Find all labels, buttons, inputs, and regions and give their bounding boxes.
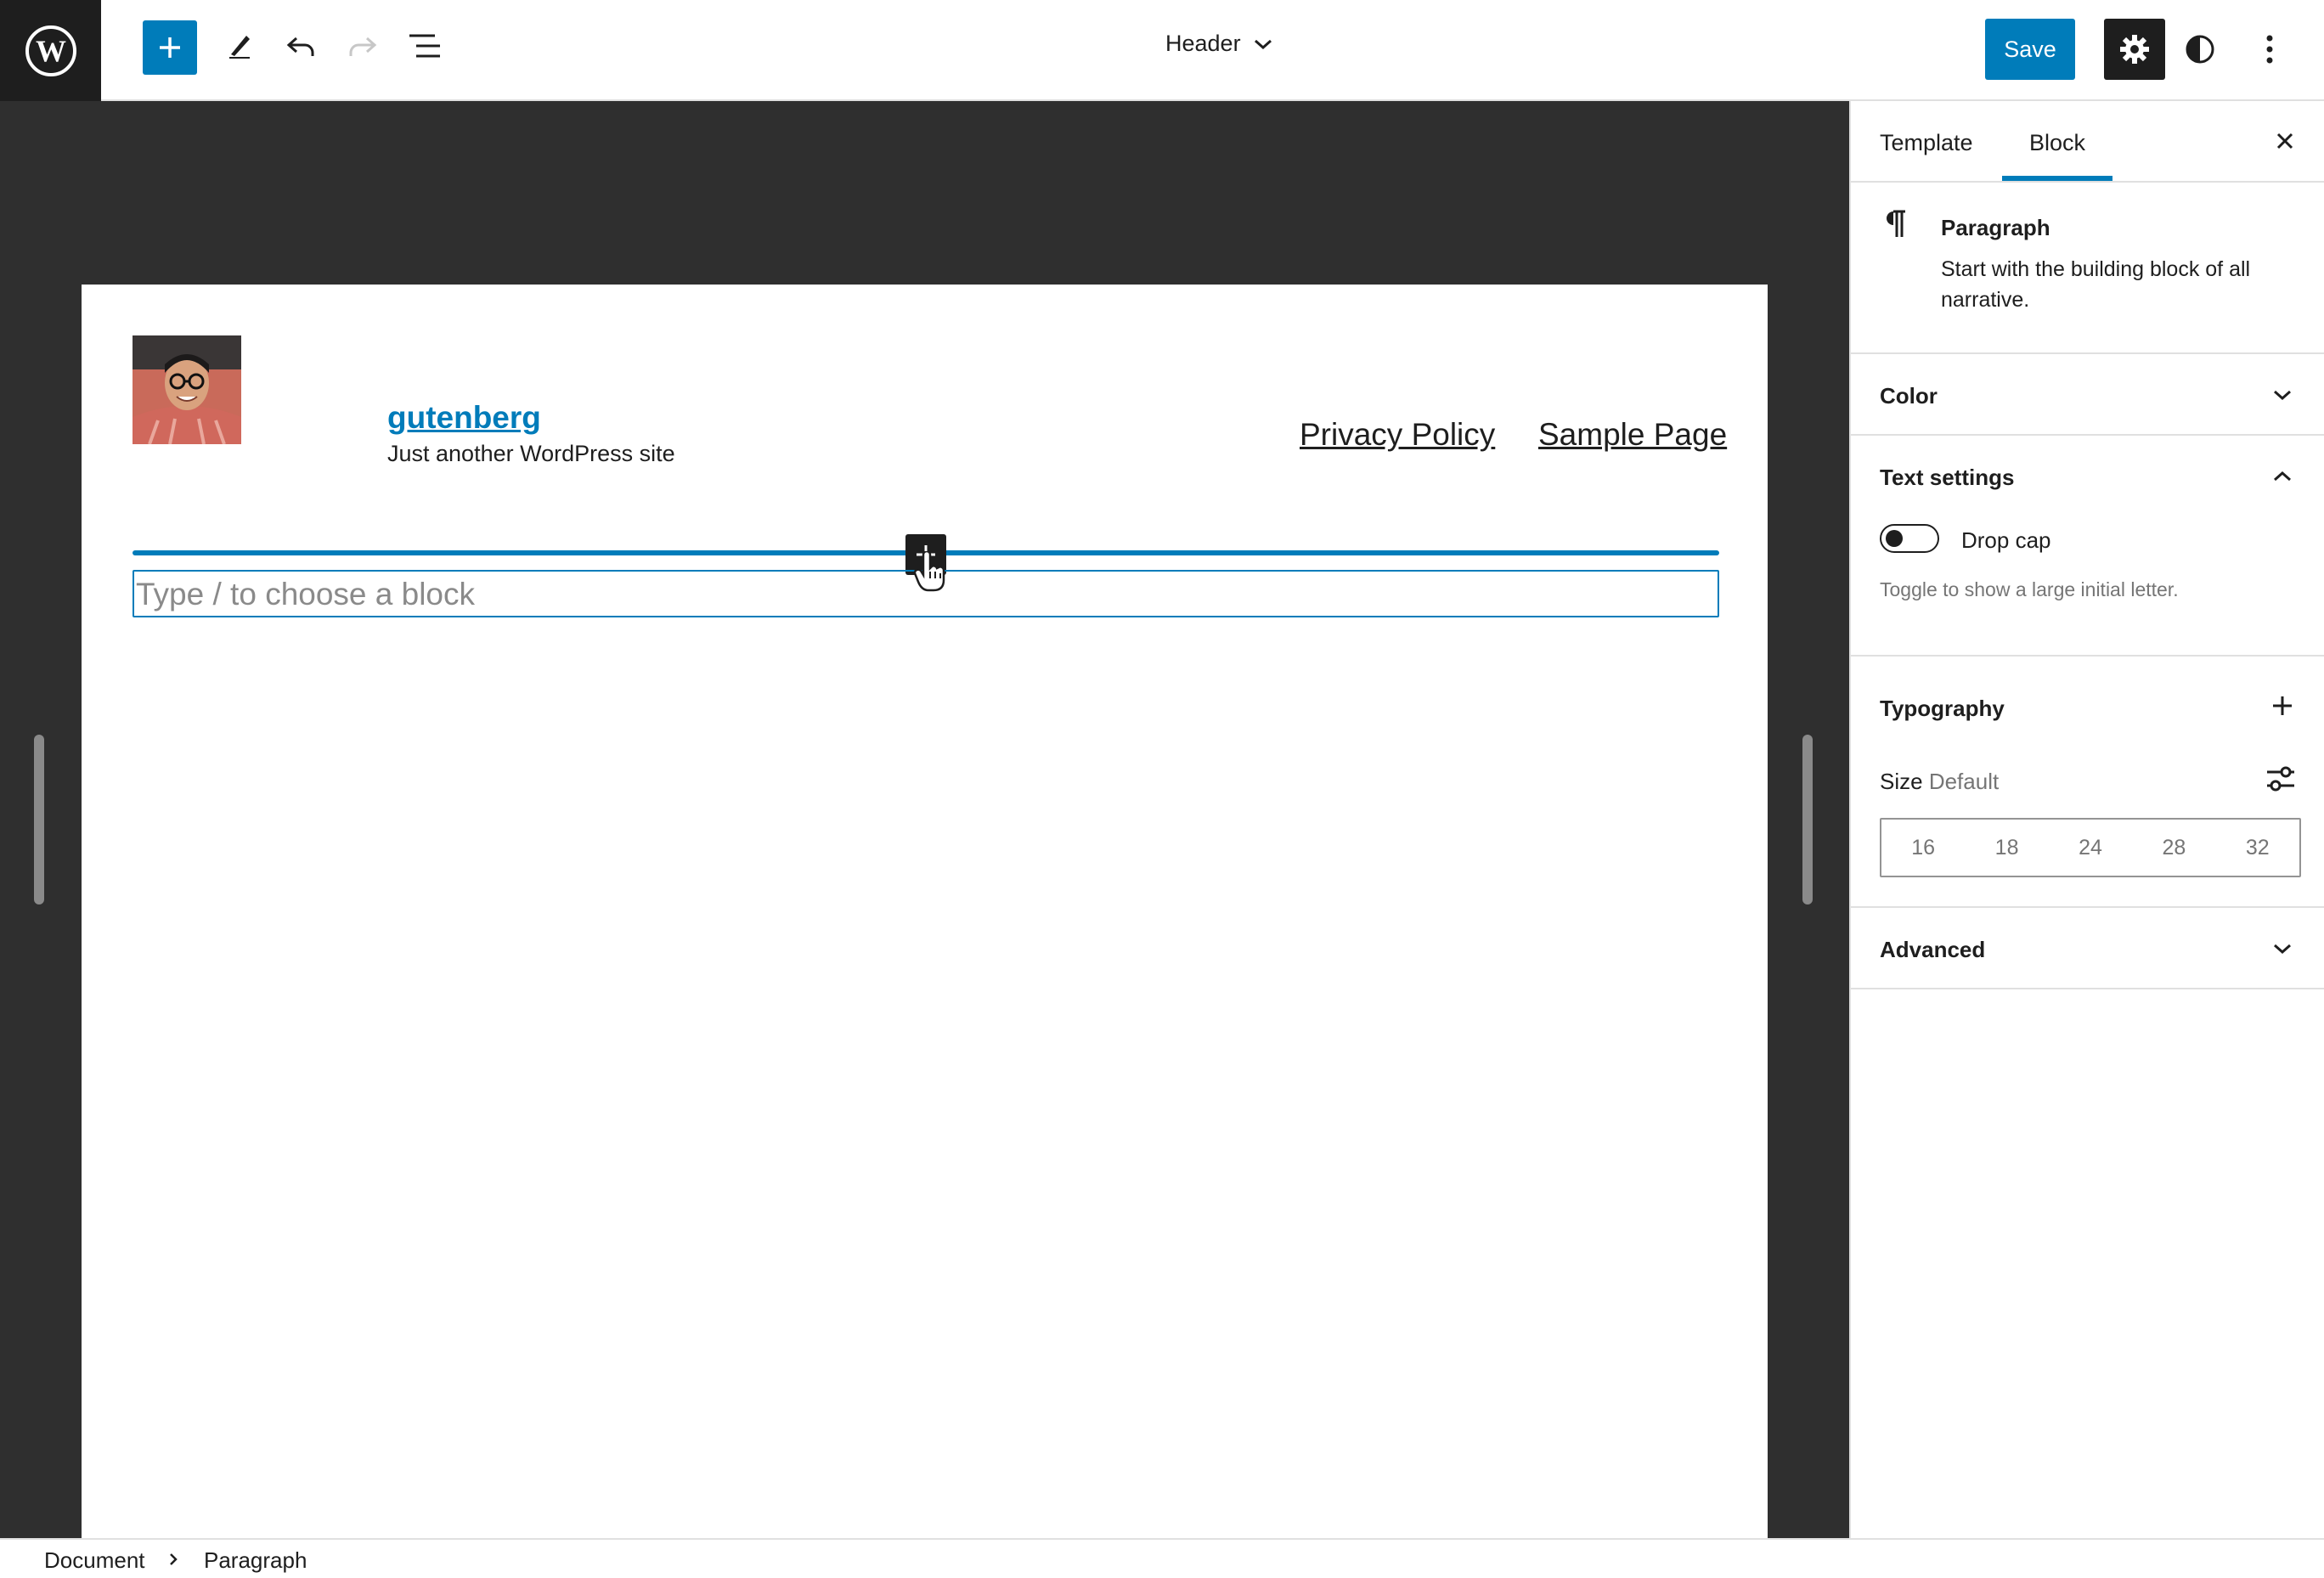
font-size-option[interactable]: 28 xyxy=(2162,836,2186,860)
color-panel[interactable]: Color xyxy=(1851,354,2324,436)
wordpress-logo-icon[interactable]: W xyxy=(0,0,101,101)
left-resize-handle[interactable] xyxy=(34,735,44,905)
block-card: Paragraph Start with the building block … xyxy=(1851,183,2324,354)
site-tagline: Just another WordPress site xyxy=(387,441,675,466)
font-size-label: Size Default xyxy=(1880,769,1999,795)
text-settings-title[interactable]: Text settings xyxy=(1880,465,2014,491)
save-button[interactable]: Save xyxy=(1985,19,2075,80)
drop-cap-label: Drop cap xyxy=(1961,527,2051,553)
typography-title: Typography xyxy=(1880,696,2005,721)
pencil-icon[interactable] xyxy=(212,19,267,73)
close-icon[interactable] xyxy=(2264,120,2306,162)
site-logo[interactable] xyxy=(133,335,241,444)
hand-pointer-cursor-icon xyxy=(913,549,947,596)
block-breadcrumb: Document Paragraph xyxy=(0,1538,2324,1578)
undo-icon[interactable] xyxy=(274,19,328,73)
active-tab-indicator xyxy=(2002,176,2112,181)
breadcrumb-paragraph[interactable]: Paragraph xyxy=(204,1547,307,1574)
more-options-icon[interactable] xyxy=(2242,22,2297,76)
list-view-icon[interactable] xyxy=(398,19,452,73)
nav-link-sample-page[interactable]: Sample Page xyxy=(1538,417,1727,453)
right-resize-handle[interactable] xyxy=(1802,735,1813,905)
font-size-option[interactable]: 32 xyxy=(2246,836,2270,860)
advanced-panel[interactable]: Advanced xyxy=(1851,908,2324,989)
chevron-right-icon xyxy=(170,1553,178,1565)
editor-canvas-area: gutenberg Just another WordPress site Pr… xyxy=(0,101,1849,1556)
chevron-down-icon xyxy=(2265,932,2299,966)
svg-text:W: W xyxy=(36,34,66,68)
redo-icon[interactable] xyxy=(336,19,390,73)
plus-icon[interactable] xyxy=(2265,689,2299,723)
drop-cap-toggle[interactable] xyxy=(1880,524,1939,553)
site-title-link[interactable]: gutenberg xyxy=(387,400,541,436)
font-size-option[interactable]: 18 xyxy=(1995,836,2019,860)
block-description: Start with the building block of all nar… xyxy=(1941,257,2251,312)
chevron-down-icon xyxy=(1254,39,1272,49)
document-title-dropdown[interactable]: Header xyxy=(1165,31,1273,57)
block-inserter-button[interactable] xyxy=(143,20,197,75)
font-size-picker: 16 18 24 28 32 xyxy=(1880,818,2301,877)
block-title: Paragraph xyxy=(1941,215,2050,240)
paragraph-placeholder: Type / to choose a block xyxy=(136,577,476,611)
editor-header: W Header Save xyxy=(0,0,2324,101)
advanced-title: Advanced xyxy=(1880,937,1986,962)
font-size-option[interactable]: 24 xyxy=(2079,836,2102,860)
template-part-frame[interactable]: gutenberg Just another WordPress site Pr… xyxy=(82,285,1768,1556)
document-title: Header xyxy=(1165,31,1241,56)
settings-sidebar: Template Block Paragraph Start with the … xyxy=(1849,101,2324,1538)
tab-block[interactable]: Block xyxy=(2029,130,2085,156)
size-current-value: Default xyxy=(1928,769,2000,794)
sidebar-tabs: Template Block xyxy=(1851,101,2324,183)
sliders-icon[interactable] xyxy=(2265,764,2296,798)
gear-icon xyxy=(2120,35,2149,64)
styles-contrast-icon[interactable] xyxy=(2173,22,2227,76)
tab-template[interactable]: Template xyxy=(1880,130,1973,156)
settings-gear-button[interactable] xyxy=(2104,19,2165,80)
drop-cap-help-text: Toggle to show a large initial letter. xyxy=(1880,578,2179,600)
chevron-down-icon xyxy=(2265,378,2299,412)
font-size-option[interactable]: 16 xyxy=(1911,836,1935,860)
breadcrumb-document[interactable]: Document xyxy=(44,1547,145,1574)
paragraph-pilcrow-icon xyxy=(1881,208,1907,243)
color-panel-title: Color xyxy=(1880,383,1938,409)
nav-link-privacy-policy[interactable]: Privacy Policy xyxy=(1300,417,1495,453)
size-label-text: Size xyxy=(1880,769,1923,794)
chevron-up-icon[interactable] xyxy=(2265,459,2299,493)
